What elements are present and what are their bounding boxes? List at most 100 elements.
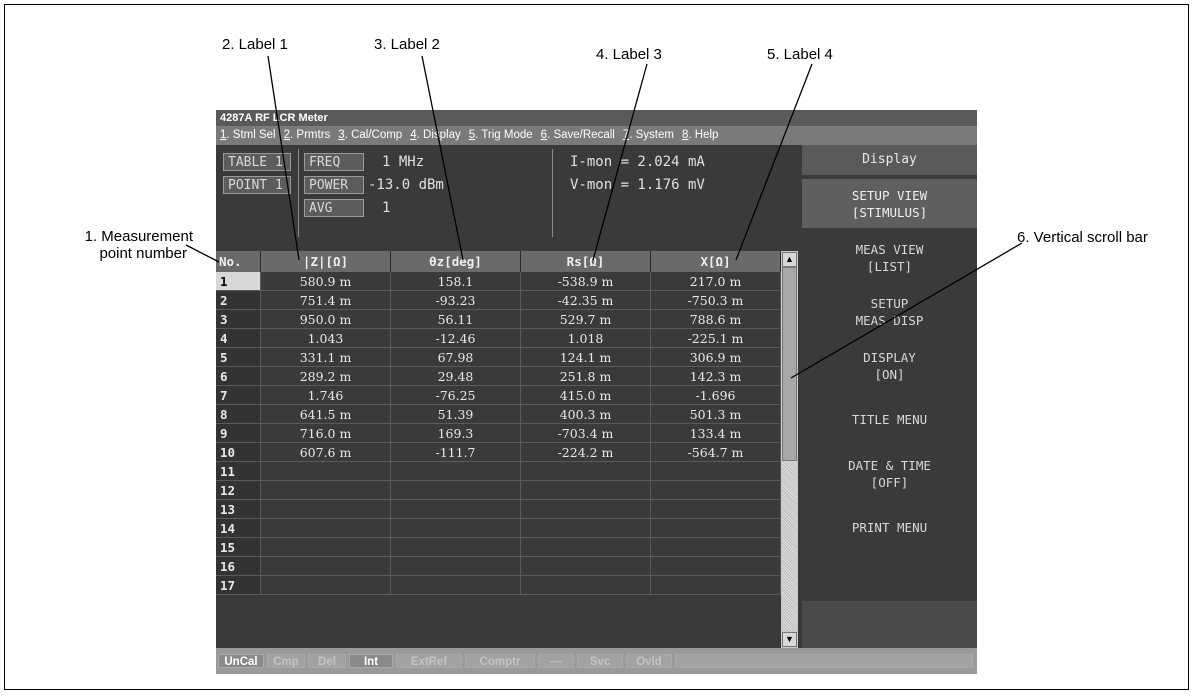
measurement-point-number[interactable]: 14 [216, 519, 261, 538]
cell-label-4 [651, 462, 781, 481]
softkey-date-time[interactable]: DATE & TIME [OFF] [802, 449, 977, 498]
measurement-point-number[interactable]: 16 [216, 557, 261, 576]
measurement-point-number[interactable]: 17 [216, 576, 261, 595]
cell-label-3: 1.018 [521, 329, 651, 348]
cell-label-1 [261, 538, 391, 557]
table-row[interactable]: 1 580.9 m 158.1 -538.9 m 217.0 m [216, 272, 781, 291]
menu-system[interactable]: 7. System [619, 126, 678, 145]
table-row[interactable]: 15 [216, 538, 781, 557]
cell-label-3: 400.3 m [521, 405, 651, 424]
measurement-table: No. |Z|[Ω] θz[deg] Rs[Ω] X[Ω] 1 580.9 m 15… [216, 251, 802, 648]
cell-label-3 [521, 500, 651, 519]
table-row[interactable]: 4 1.043 -12.46 1.018 -225.1 m [216, 329, 781, 348]
cell-label-1: 607.6 m [261, 443, 391, 462]
table-row[interactable]: 10 607.6 m -111.7 -224.2 m -564.7 m [216, 443, 781, 462]
avg-value: 1 [382, 200, 391, 216]
cell-label-3 [521, 557, 651, 576]
menu-stml-sel[interactable]: 1. Stml Sel [216, 126, 280, 145]
lcr-meter-window: 4287A RF LCR Meter 1. Stml Sel 2. Prmtrs… [216, 110, 977, 674]
cell-label-1 [261, 519, 391, 538]
cell-label-1: 1.746 [261, 386, 391, 405]
table-row[interactable]: 5 331.1 m 67.98 124.1 m 306.9 m [216, 348, 781, 367]
measurement-point-number[interactable]: 6 [216, 367, 261, 386]
power-value: -13.0 dBm [368, 177, 444, 193]
status-del: Del [308, 654, 346, 668]
cell-label-3 [521, 519, 651, 538]
cell-label-1: 580.9 m [261, 272, 391, 291]
measurement-point-number[interactable]: 1 [216, 272, 261, 291]
measurement-info-panel: TABLE 1 POINT 1 FREQ 1 MHz POWER -13.0 d… [216, 145, 802, 241]
measurement-point-number[interactable]: 3 [216, 310, 261, 329]
softkey-title-menu[interactable]: TITLE MENU [802, 395, 977, 444]
measurement-point-number[interactable]: 12 [216, 481, 261, 500]
arrow-up-icon[interactable]: ▲ [782, 252, 797, 267]
cell-label-4: -750.3 m [651, 291, 781, 310]
freq-button[interactable]: FREQ [304, 153, 364, 171]
callout-text-line2: point number [99, 245, 187, 262]
cell-label-1 [261, 462, 391, 481]
cell-label-1 [261, 576, 391, 595]
measurement-point-number[interactable]: 10 [216, 443, 261, 462]
cell-label-2: -111.7 [391, 443, 521, 462]
callout-measurement-point-number: 1. Measurement point number [48, 228, 193, 262]
measurement-point-number[interactable]: 11 [216, 462, 261, 481]
measurement-point-number[interactable]: 13 [216, 500, 261, 519]
measurement-point-number[interactable]: 4 [216, 329, 261, 348]
softkey-setup-view[interactable]: SETUP VIEW [STIMULUS] [802, 179, 977, 228]
cell-label-2 [391, 481, 521, 500]
callout-label-1: 2. Label 1 [222, 36, 288, 53]
v-mon-readout: V-mon = 1.176 mV [570, 177, 705, 193]
cell-label-4 [651, 538, 781, 557]
menu-prmtrs[interactable]: 2. Prmtrs [280, 126, 335, 145]
menu-cal-comp[interactable]: 3. Cal/Comp [334, 126, 406, 145]
softkey-meas-view[interactable]: MEAS VIEW [LIST] [802, 233, 977, 282]
cell-label-4: 501.3 m [651, 405, 781, 424]
table-row[interactable]: 12 [216, 481, 781, 500]
table-row[interactable]: 3 950.0 m 56.11 529.7 m 788.6 m [216, 310, 781, 329]
menu-help[interactable]: 8. Help [678, 126, 722, 145]
scroll-thumb[interactable] [782, 267, 797, 461]
table-row[interactable]: 6 289.2 m 29.48 251.8 m 142.3 m [216, 367, 781, 386]
measurement-point-number[interactable]: 2 [216, 291, 261, 310]
table-row[interactable]: 16 [216, 557, 781, 576]
table-row[interactable]: 11 [216, 462, 781, 481]
measurement-point-number[interactable]: 5 [216, 348, 261, 367]
table-row[interactable]: 8 641.5 m 51.39 400.3 m 501.3 m [216, 405, 781, 424]
cell-label-2 [391, 557, 521, 576]
softkey-print-menu[interactable]: PRINT MENU [802, 503, 977, 552]
menu-trig-mode[interactable]: 5. Trig Mode [465, 126, 537, 145]
cell-label-2: 29.48 [391, 367, 521, 386]
cell-label-4: -1.696 [651, 386, 781, 405]
table-row[interactable]: 14 [216, 519, 781, 538]
column-header-label-2[interactable]: θz[deg] [391, 251, 521, 272]
scroll-track[interactable] [782, 461, 797, 631]
vertical-scroll-bar[interactable]: ▲ ▼ [781, 251, 798, 648]
table-row[interactable]: 13 [216, 500, 781, 519]
status-empty [675, 654, 973, 668]
column-header-label-3[interactable]: Rs[Ω] [521, 251, 651, 272]
table-row[interactable]: 9 716.0 m 169.3 -703.4 m 133.4 m [216, 424, 781, 443]
power-button[interactable]: POWER [304, 176, 364, 194]
status-cmp: Cmp [267, 654, 305, 668]
cell-label-4: 133.4 m [651, 424, 781, 443]
column-header-label-1[interactable]: |Z|[Ω] [261, 251, 391, 272]
table-row[interactable]: 2 751.4 m -93.23 -42.35 m -750.3 m [216, 291, 781, 310]
measurement-point-number[interactable]: 7 [216, 386, 261, 405]
arrow-down-icon[interactable]: ▼ [782, 632, 797, 647]
measurement-point-number[interactable]: 15 [216, 538, 261, 557]
menu-save-recall[interactable]: 6. Save/Recall [537, 126, 619, 145]
point-button[interactable]: POINT 1 [223, 176, 291, 194]
cell-label-1: 641.5 m [261, 405, 391, 424]
measurement-point-number[interactable]: 8 [216, 405, 261, 424]
table-row[interactable]: 17 [216, 576, 781, 595]
cell-label-3: 251.8 m [521, 367, 651, 386]
softkey-setup-meas-disp[interactable]: SETUP MEAS DISP [802, 287, 977, 336]
table-button[interactable]: TABLE 1 [223, 153, 291, 171]
menu-display[interactable]: 4. Display [406, 126, 465, 145]
measurement-point-number[interactable]: 9 [216, 424, 261, 443]
cell-label-2: 169.3 [391, 424, 521, 443]
softkey-display-on[interactable]: DISPLAY [ON] [802, 341, 977, 390]
column-header-label-4[interactable]: X[Ω] [651, 251, 781, 272]
avg-button[interactable]: AVG [304, 199, 364, 217]
table-row[interactable]: 7 1.746 -76.25 415.0 m -1.696 [216, 386, 781, 405]
